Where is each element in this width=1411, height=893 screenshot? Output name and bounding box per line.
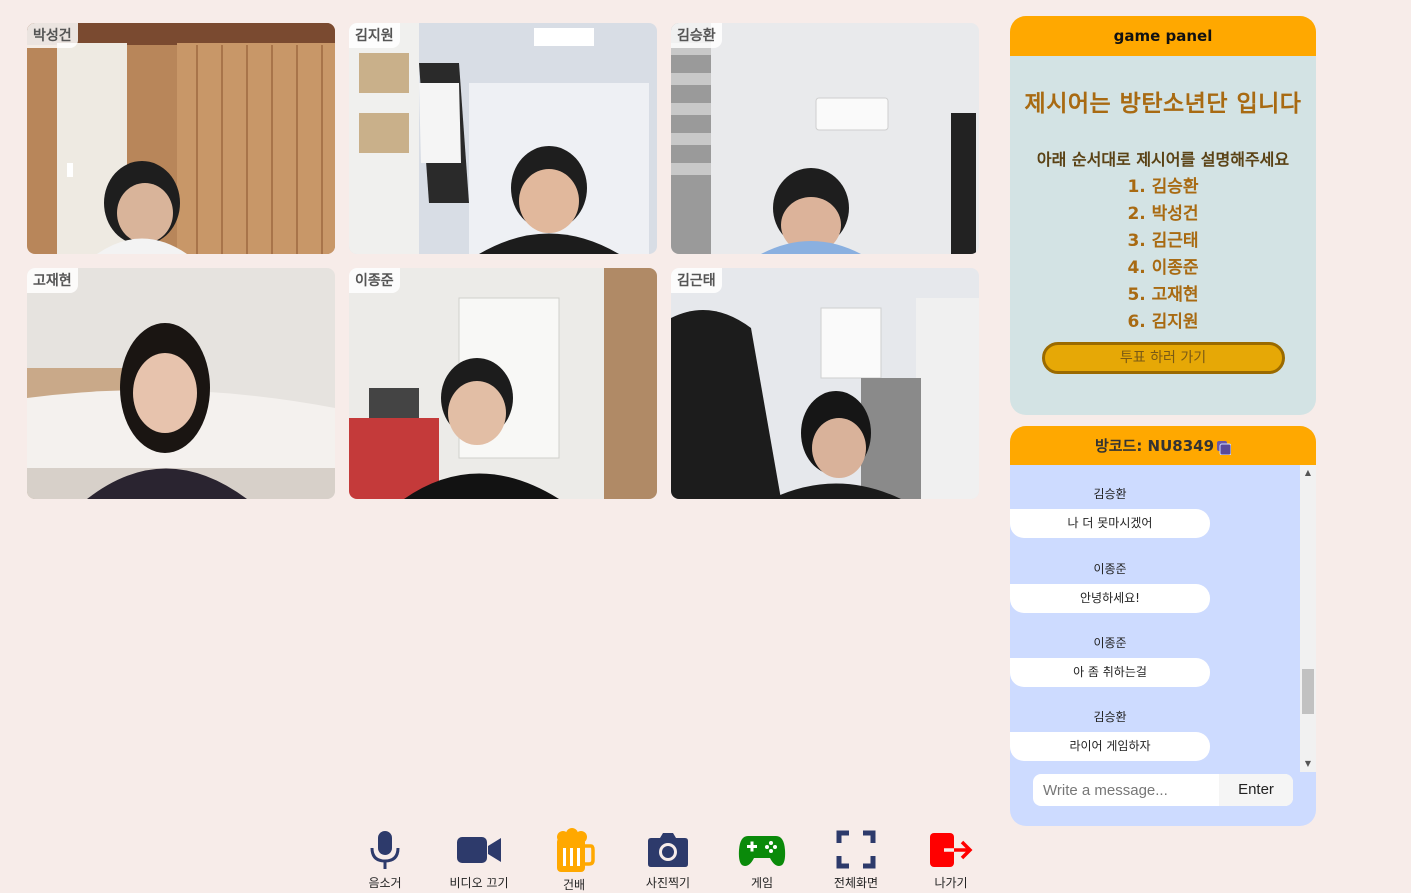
- scroll-up-arrow-icon[interactable]: ▲: [1300, 466, 1316, 480]
- toolbar-label: 전체화면: [833, 876, 879, 890]
- message-sender: 이종준: [1093, 562, 1127, 576]
- toolbar-label: 건배: [562, 878, 586, 892]
- message-bubble: 아 좀 취하는걸: [1010, 658, 1210, 687]
- toolbar-label: 음소거: [368, 876, 402, 890]
- scroll-down-arrow-icon[interactable]: ▼: [1300, 757, 1316, 771]
- chat-messages[interactable]: 김승환 나 더 못마시겠어 이종준 안녕하세요! 이종준 아 좀 취하는걸 김승…: [1010, 465, 1300, 772]
- video-tile[interactable]: 고재현: [27, 268, 335, 499]
- message-bubble: 안녕하세요!: [1010, 584, 1210, 613]
- participant-video: [671, 268, 979, 499]
- video-off-button[interactable]: 비디오 끄기: [434, 828, 524, 891]
- mute-button[interactable]: 음소거: [340, 828, 430, 891]
- message-sender: 김승환: [1093, 487, 1127, 501]
- chat-scrollbar[interactable]: ▲ ▼: [1300, 465, 1316, 772]
- participant-name: 이종준: [349, 268, 400, 293]
- message-input-group: Enter: [1033, 774, 1293, 806]
- toolbar-label: 사진찍기: [645, 876, 691, 890]
- message-sender: 김승환: [1093, 710, 1127, 724]
- beer-mug-icon: [557, 828, 595, 872]
- take-photo-button[interactable]: 사진찍기: [623, 828, 713, 891]
- participant-video: [349, 23, 657, 254]
- participant-video: [671, 23, 979, 254]
- participant-video: [27, 23, 335, 254]
- order-item: 1. 김승환: [1127, 177, 1199, 197]
- game-panel-title: game panel: [1010, 16, 1316, 56]
- enter-button[interactable]: Enter: [1219, 774, 1293, 806]
- game-button[interactable]: 게임: [717, 828, 807, 891]
- cheers-button[interactable]: 건배: [529, 828, 619, 893]
- toolbar-label: 게임: [750, 876, 774, 890]
- vote-button[interactable]: 투표 하러 가기: [1041, 342, 1285, 374]
- video-tile[interactable]: 박성건: [27, 23, 335, 254]
- microphone-icon: [370, 831, 400, 869]
- message-input[interactable]: [1041, 780, 1225, 800]
- toolbar-label: 나가기: [934, 876, 968, 890]
- message-bubble: 나 더 못마시겠어: [1010, 509, 1210, 538]
- exit-icon: [930, 833, 973, 867]
- fullscreen-icon: [836, 830, 876, 869]
- participant-name: 박성건: [27, 23, 78, 48]
- order-item: 6. 김지원: [1127, 312, 1199, 332]
- participant-video: [27, 268, 335, 499]
- game-panel: game panel 제시어는 방탄소년단 입니다 아래 순서대로 제시어를 설…: [1010, 16, 1316, 415]
- video-tile[interactable]: 김근태: [671, 268, 979, 499]
- order-item: 2. 박성건: [1127, 204, 1199, 224]
- video-camera-icon: [457, 837, 501, 863]
- order-item: 4. 이종준: [1127, 258, 1199, 278]
- video-tile[interactable]: 김지원: [349, 23, 657, 254]
- chat-header: 방코드: NU8349: [1010, 426, 1316, 465]
- video-tile[interactable]: 김승환: [671, 23, 979, 254]
- participant-video: [349, 268, 657, 499]
- chat-message: 김승환 라이어 게임하자: [1010, 708, 1210, 761]
- chat-panel: 방코드: NU8349 김승환 나 더 못마시겠어 이종준 안녕하세요! 이종준…: [1010, 426, 1316, 826]
- gamepad-icon: [738, 836, 786, 866]
- chat-message: 이종준 안녕하세요!: [1010, 560, 1210, 613]
- order-item: 3. 김근태: [1127, 231, 1199, 251]
- toolbar-label: 비디오 끄기: [449, 876, 509, 890]
- copy-icon[interactable]: [1217, 440, 1232, 455]
- chat-message: 김승환 나 더 못마시겠어: [1010, 485, 1210, 538]
- participant-name: 김승환: [671, 23, 722, 48]
- order-item: 5. 고재현: [1127, 285, 1199, 305]
- speaking-order-list: 1. 김승환 2. 박성건 3. 김근태 4. 이종준 5. 고재현 6. 김지…: [1010, 174, 1316, 336]
- instruction-text: 아래 순서대로 제시어를 설명해주세요: [1036, 150, 1290, 169]
- video-tile[interactable]: 이종준: [349, 268, 657, 499]
- participant-name: 김근태: [671, 268, 722, 293]
- participant-name: 김지원: [349, 23, 400, 48]
- leave-button[interactable]: 나가기: [906, 828, 996, 891]
- camera-icon: [648, 833, 688, 867]
- message-sender: 이종준: [1093, 636, 1127, 650]
- scroll-thumb[interactable]: [1302, 669, 1314, 714]
- participant-name: 고재현: [27, 268, 78, 293]
- room-code: 방코드: NU8349: [1094, 437, 1215, 455]
- keyword-text: 제시어는 방탄소년단 입니다: [1024, 91, 1302, 117]
- fullscreen-button[interactable]: 전체화면: [811, 828, 901, 891]
- chat-message: 이종준 아 좀 취하는걸: [1010, 634, 1210, 687]
- message-bubble: 라이어 게임하자: [1010, 732, 1210, 761]
